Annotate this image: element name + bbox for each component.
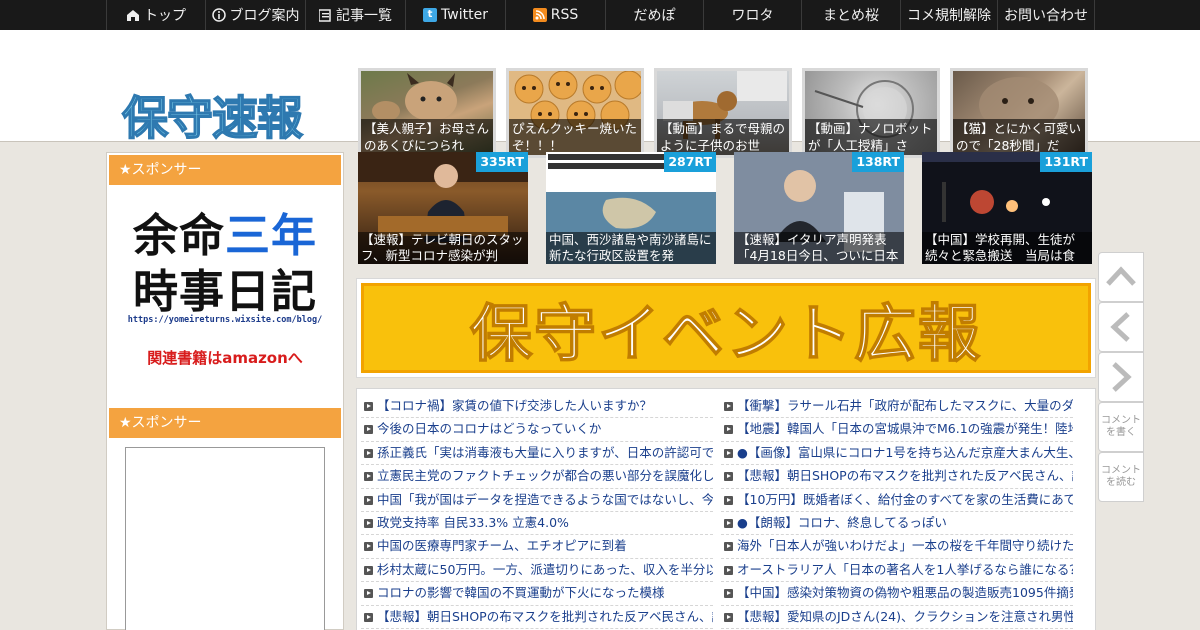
thumb-caption: 【動画】ナノロボットが「人工授精」さ — [805, 119, 937, 155]
header-thumbnails: 【美人親子】お母さんのあくびにつられ ぴえんクッキー焼いたぞ！！！ 【動画】まる… — [358, 68, 1098, 158]
article-link[interactable]: 孫正義氏「実は消毒液も大量に入りますが、日本の許認可でせ — [361, 442, 713, 466]
home-icon — [127, 9, 139, 21]
nav-label: 記事一覧 — [336, 8, 392, 24]
amazon-link[interactable]: 関連書籍はamazonへ — [109, 347, 341, 368]
nav-label: ワロタ — [731, 8, 774, 24]
chevron-up-icon — [1106, 266, 1136, 286]
nav-top[interactable]: トップ — [106, 0, 205, 30]
article-list-left: 【コロナ禍】家賃の値下げ交渉した人いますか？ 今後の日本のコロナはどうなっていく… — [361, 395, 713, 629]
main-content: 335RT 【速報】テレビ朝日のスタッフ、新型コロナ感染が判 287RT 中国、… — [356, 152, 1096, 630]
read-comment-label: コメントを読む — [1101, 465, 1141, 488]
nav-damepo[interactable]: だめぽ — [605, 0, 703, 30]
card-caption: 【速報】テレビ朝日のスタッフ、新型コロナ感染が判 — [358, 232, 528, 264]
article-link[interactable]: 杉村太蔵に50万円。一方、派遣切りにあった、収入を半分以下 — [361, 559, 713, 583]
nav-warota[interactable]: ワロタ — [703, 0, 801, 30]
thumb-caption: 【猫】とにかく可愛いので「28秒間」だ — [953, 119, 1085, 155]
sponsor-ad-banner[interactable]: 余命三年 時事日記 https://yomeireturns.wixsite.c… — [109, 189, 341, 381]
article-link[interactable]: 【悲報】愛知県のJDさん(24)、クラクションを注意され男性を襲 — [721, 606, 1073, 629]
ranking-card[interactable]: 335RT 【速報】テレビ朝日のスタッフ、新型コロナ感染が判 — [358, 152, 528, 264]
thumb-caption: 【美人親子】お母さんのあくびにつられ — [361, 119, 493, 155]
article-link[interactable]: 【衝撃】ラサール石井「政府が配布したマスクに、大量のダニ — [721, 395, 1073, 419]
article-link[interactable]: 政党支持率 自民33.3% 立憲4.0% — [361, 512, 713, 536]
article-link[interactable]: 【悲報】朝日SHOPの布マスクを批判された反アベ民さん、論点 — [361, 606, 713, 629]
nav-label: お問い合わせ — [1004, 8, 1088, 24]
article-link[interactable]: 海外「日本人が強いわけだよ」一本の桜を千年間守り続けた日 — [721, 535, 1073, 559]
retweet-count-badge: 335RT — [476, 152, 528, 172]
ranking-card[interactable]: 131RT 【中国】学校再開、生徒が続々と緊急搬送 当局は食 — [922, 152, 1092, 264]
article-list-right: 【衝撃】ラサール石井「政府が配布したマスクに、大量のダニ 【地震】韓国人「日本の… — [721, 395, 1073, 629]
nav-label: RSS — [550, 7, 579, 23]
read-comment-button[interactable]: コメントを読む — [1098, 452, 1144, 502]
retweet-count-badge: 287RT — [664, 152, 716, 172]
article-link[interactable]: 【コロナ禍】家賃の値下げ交渉した人いますか？ — [361, 395, 713, 419]
event-banner-inner: 保守イベント広報 — [361, 283, 1091, 373]
thumb-caption: 【動画】まるで母親のように子供のお世 — [657, 119, 789, 155]
ad-title-line2: 時事日記 — [132, 265, 317, 318]
rss-icon — [532, 8, 547, 22]
card-caption: 【中国】学校再開、生徒が続々と緊急搬送 当局は食 — [922, 232, 1092, 264]
nav-label: だめぽ — [633, 8, 676, 24]
article-link[interactable]: 今後の日本のコロナはどうなっていくか — [361, 418, 713, 442]
card-caption: 中国、西沙諸島や南沙諸島に新たな行政区設置を発 — [546, 232, 716, 264]
ranking-card[interactable]: 138RT 【速報】イタリア声明発表「4月18日今日、ついに日本 — [734, 152, 904, 264]
article-link[interactable]: 【10万円】既婚者ぼく、給付金のすべてを家の生活費にあてる — [721, 489, 1073, 512]
event-banner[interactable]: 保守イベント広報 — [356, 278, 1096, 378]
twitter-icon: t — [423, 8, 438, 22]
write-comment-button[interactable]: コメントを書く — [1098, 402, 1144, 452]
info-icon — [211, 8, 226, 22]
article-link[interactable]: 【中国】感染対策物資の偽物や粗悪品の製造販売1095件摘発！ — [721, 582, 1073, 606]
nav-comment-unblock[interactable]: コメ規制解除 — [900, 0, 997, 30]
sponsor-heading: ★スポンサー — [109, 155, 341, 185]
sponsor-heading: ★スポンサー — [109, 408, 341, 438]
article-link[interactable]: 中国「我が国はデータを捏造できるような国ではないし、今ま — [361, 489, 713, 512]
article-links: 【コロナ禍】家賃の値下げ交渉した人いますか？ 今後の日本のコロナはどうなっていく… — [356, 388, 1096, 630]
list-icon — [319, 8, 331, 22]
retweet-count-badge: 138RT — [852, 152, 904, 172]
nav-twitter[interactable]: t Twitter — [405, 0, 505, 30]
article-link[interactable]: オーストラリア人「日本の著名人を1人挙げるなら誰になる？」 — [721, 559, 1073, 583]
nav-article-list[interactable]: 記事一覧 — [305, 0, 405, 30]
nav-contact[interactable]: お問い合わせ — [997, 0, 1095, 30]
ad-url: https://yomeireturns.wixsite.com/blog/ — [127, 315, 323, 325]
article-link[interactable]: 立憲民主党のファクトチェックが都合の悪い部分を誤魔化しま — [361, 465, 713, 489]
header-thumb[interactable]: 【動画】まるで母親のように子供のお世 — [654, 68, 792, 158]
nav-label: まとめ桜 — [823, 8, 879, 24]
article-link[interactable]: 【悲報】朝日SHOPの布マスクを批判された反アベ民さん、論点 — [721, 465, 1073, 489]
ranking-card[interactable]: 287RT 中国、西沙諸島や南沙諸島に新たな行政区設置を発 — [546, 152, 716, 264]
article-link[interactable]: コロナの影響で韓国の不買運動が下火になった模様 — [361, 582, 713, 606]
nav-label: ブログ案内 — [229, 8, 300, 24]
nav-label: コメ規制解除 — [907, 8, 991, 24]
previous-article-button[interactable] — [1098, 302, 1144, 352]
chevron-left-icon — [1110, 312, 1130, 342]
nav-rss[interactable]: RSS — [505, 0, 605, 30]
article-link[interactable]: ●【画像】富山県にコロナ1号を持ち込んだ京産大まん大生、報 — [721, 442, 1073, 466]
nav-label: トップ — [144, 8, 186, 24]
chevron-right-icon — [1112, 362, 1132, 392]
retweet-count-badge: 131RT — [1040, 152, 1092, 172]
next-article-button[interactable] — [1098, 352, 1144, 402]
nav-label: Twitter — [441, 7, 488, 23]
logo-text: 保守速報 — [121, 90, 304, 146]
header-thumb[interactable]: 【美人親子】お母さんのあくびにつられ — [358, 68, 496, 158]
header-thumb[interactable]: ぴえんクッキー焼いたぞ！！！ — [506, 68, 644, 158]
top-nav: トップ ブログ案内 記事一覧 t Twitter RSS だめぽ ワロタ まとめ… — [0, 0, 1200, 30]
sponsor-ad-placeholder[interactable] — [125, 447, 325, 630]
site-header: 保守速報 【美人親子】お母さんのあくびにつられ ぴえんクッキー焼いたぞ！！！ 【… — [0, 30, 1200, 158]
thumb-caption: ぴえんクッキー焼いたぞ！！！ — [509, 119, 641, 155]
article-link[interactable]: 【地震】韓国人「日本の宮城県沖でM6.1の強震が発生！陸地で — [721, 418, 1073, 442]
nav-matome-sakura[interactable]: まとめ桜 — [801, 0, 900, 30]
sidebar: ★スポンサー 余命三年 時事日記 https://yomeireturns.wi… — [106, 152, 344, 630]
header-thumb[interactable]: 【猫】とにかく可愛いので「28秒間」だ — [950, 68, 1088, 158]
article-link[interactable]: 中国の医療専門家チーム、エチオピアに到着 — [361, 535, 713, 559]
scroll-top-button[interactable] — [1098, 252, 1144, 302]
nav-blog-info[interactable]: ブログ案内 — [205, 0, 305, 30]
header-thumb[interactable]: 【動画】ナノロボットが「人工授精」さ — [802, 68, 940, 158]
article-link[interactable]: ●【朗報】コロナ、終息してるっぽい — [721, 512, 1073, 536]
card-caption: 【速報】イタリア声明発表「4月18日今日、ついに日本 — [734, 232, 904, 264]
nav-items: トップ ブログ案内 記事一覧 t Twitter RSS だめぽ ワロタ まとめ… — [106, 0, 1095, 30]
site-logo[interactable]: 保守速報 — [121, 82, 304, 148]
event-banner-title: 保守イベント広報 — [469, 296, 982, 371]
write-comment-label: コメントを書く — [1101, 415, 1141, 438]
